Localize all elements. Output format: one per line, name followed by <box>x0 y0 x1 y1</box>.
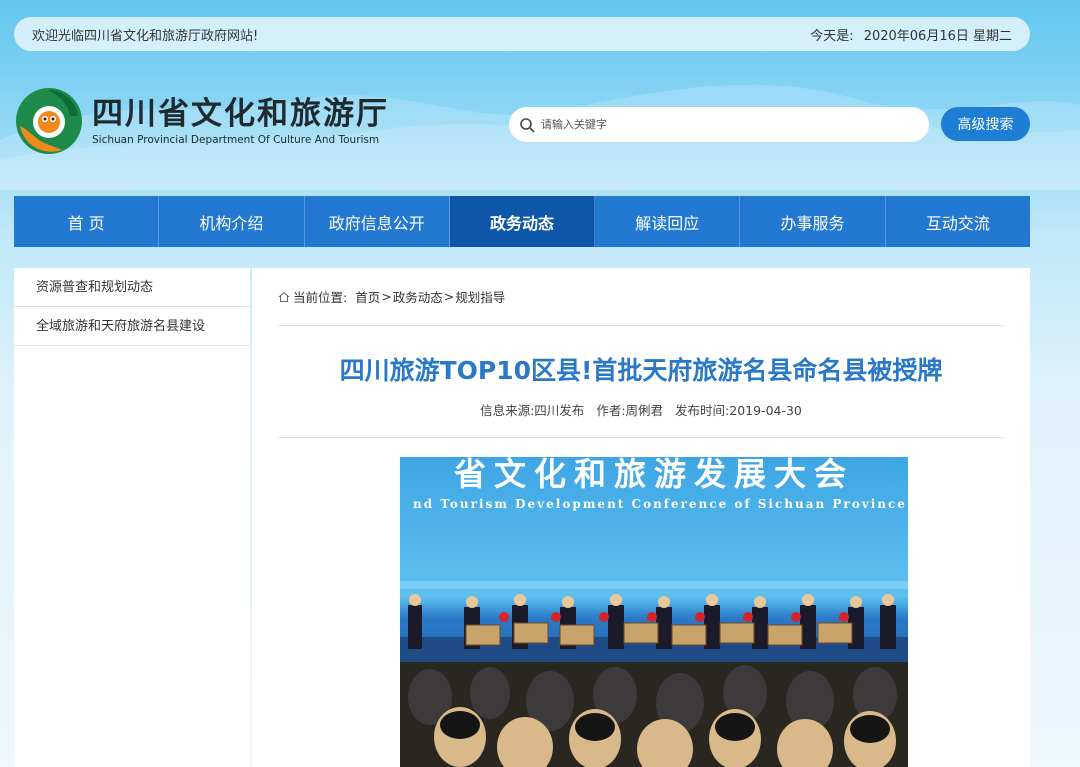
breadcrumb: 当前位置: 首页 > 政务动态 > 规划指导 <box>278 268 1004 326</box>
breadcrumb-news[interactable]: 政务动态 <box>393 287 443 306</box>
breadcrumb-home[interactable]: 首页 <box>355 287 380 306</box>
search-box <box>509 107 929 142</box>
current-date: 今天是: 2020年06月16日 星期二 <box>810 25 1012 44</box>
sidebar: 资源普查和规划动态 全域旅游和天府旅游名县建设 <box>14 268 250 767</box>
sidebar-item-tourism-county[interactable]: 全域旅游和天府旅游名县建设 <box>14 307 250 346</box>
nav-item-services[interactable]: 办事服务 <box>740 196 886 247</box>
article-meta: 信息来源:四川发布 作者:周俐君 发布时间:2019-04-30 <box>278 400 1004 438</box>
logo-emblem-icon <box>16 88 82 154</box>
site-name-en: Sichuan Provincial Department Of Culture… <box>92 134 380 146</box>
site-name-cn: 四川省文化和旅游厅 <box>92 96 389 132</box>
article-date: 发布时间:2019-04-30 <box>675 403 802 418</box>
breadcrumb-prefix: 当前位置: <box>293 290 348 305</box>
nav-item-home[interactable]: 首 页 <box>14 196 160 247</box>
breadcrumb-separator: > <box>443 289 455 304</box>
main-nav: 首 页 机构介绍 政府信息公开 政务动态 解读回应 办事服务 互动交流 <box>14 196 1030 247</box>
nav-item-gov-info[interactable]: 政府信息公开 <box>305 196 450 247</box>
nav-item-interaction[interactable]: 互动交流 <box>886 196 1030 247</box>
date-value: 2020年06月16日 星期二 <box>863 28 1012 44</box>
search-icon[interactable] <box>519 117 535 133</box>
article-content: 当前位置: 首页 > 政务动态 > 规划指导 四川旅游TOP10区县!首批天府旅… <box>252 268 1030 767</box>
sidebar-item-resource-survey[interactable]: 资源普查和规划动态 <box>14 268 250 307</box>
advanced-search-button[interactable]: 高级搜索 <box>941 107 1030 141</box>
nav-item-about[interactable]: 机构介绍 <box>159 196 305 247</box>
nav-item-interpret[interactable]: 解读回应 <box>595 196 741 247</box>
article-source: 信息来源:四川发布 <box>480 403 585 418</box>
photo-banner-en: nd Tourism Development Conference of Sic… <box>413 497 907 511</box>
breadcrumb-planning[interactable]: 规划指导 <box>455 287 505 306</box>
date-label: 今天是: <box>810 28 854 44</box>
article-title: 四川旅游TOP10区县!首批天府旅游名县命名县被授牌 <box>339 356 943 385</box>
nav-item-news[interactable]: 政务动态 <box>449 196 596 247</box>
breadcrumb-separator: > <box>381 289 392 304</box>
photo-banner-cn: 省文化和旅游发展大会 <box>453 457 854 493</box>
article-photo: 省文化和旅游发展大会 nd Tourism Development Confer… <box>400 457 908 767</box>
search-input[interactable] <box>541 118 901 131</box>
article-author: 作者:周俐君 <box>596 403 664 418</box>
home-icon <box>278 291 290 302</box>
welcome-text: 欢迎光临四川省文化和旅游厅政府网站! <box>32 28 259 44</box>
top-welcome-bar: 欢迎光临四川省文化和旅游厅政府网站! 今天是: 2020年06月16日 星期二 <box>14 17 1030 51</box>
site-logo[interactable]: 四川省文化和旅游厅 Sichuan Provincial Department … <box>14 86 389 156</box>
